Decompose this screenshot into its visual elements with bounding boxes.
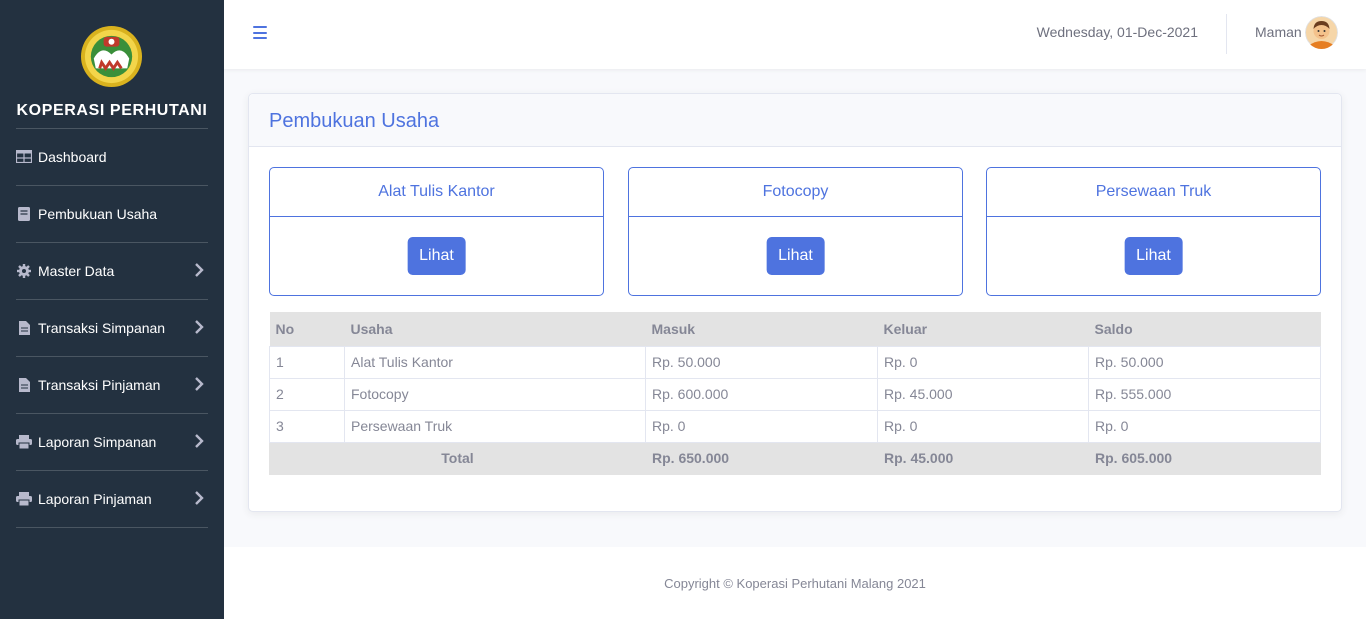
sidebar-item-label: Dashboard <box>38 148 107 165</box>
column-header-masuk: Masuk <box>645 312 878 346</box>
cell-masuk: Rp. 0 <box>645 409 878 443</box>
total-keluar: Rp. 45.000 <box>877 441 1089 475</box>
total-label: Total <box>269 441 646 475</box>
sidebar-item-transaksi-pinjaman[interactable]: Transaksi Pinjaman <box>0 356 224 413</box>
user-name[interactable]: Maman <box>1255 24 1302 40</box>
cell-usaha: Alat Tulis Kantor <box>344 345 646 379</box>
table-row: 1 Alat Tulis Kantor Rp. 50.000 Rp. 0 Rp.… <box>269 345 1321 379</box>
total-masuk: Rp. 650.000 <box>645 441 878 475</box>
table-icon <box>16 149 32 165</box>
chevron-right-icon <box>195 320 204 334</box>
printer-icon <box>16 491 32 507</box>
copyright-text: Copyright © Koperasi Perhutani Malang 20… <box>664 576 926 591</box>
cell-keluar: Rp. 45.000 <box>877 377 1089 411</box>
sidebar-item-laporan-simpanan[interactable]: Laporan Simpanan <box>0 413 224 470</box>
table-row: 2 Fotocopy Rp. 600.000 Rp. 45.000 Rp. 55… <box>269 377 1321 411</box>
cell-no: 1 <box>269 345 345 379</box>
lihat-button[interactable]: Lihat <box>407 237 466 275</box>
cell-no: 2 <box>269 377 345 411</box>
business-card-title: Alat Tulis Kantor <box>270 168 603 217</box>
chevron-right-icon <box>195 491 204 505</box>
page-title: Pembukuan Usaha <box>269 110 440 132</box>
sidebar-item-master-data[interactable]: Master Data <box>0 242 224 299</box>
sidebar-item-dashboard[interactable]: Dashboard <box>0 128 224 185</box>
file-icon <box>16 377 32 393</box>
sidebar-item-label: Pembukuan Usaha <box>38 205 158 222</box>
business-card-fotocopy: Fotocopy Lihat <box>628 167 963 296</box>
column-header-usaha: Usaha <box>344 312 646 346</box>
pembukuan-card: Pembukuan Usaha Alat Tulis Kantor Lihat … <box>248 93 1342 512</box>
business-card-persewaan-truk: Persewaan Truk Lihat <box>986 167 1321 296</box>
topbar: Wednesday, 01-Dec-2021 Maman <box>224 0 1366 69</box>
cell-masuk: Rp. 50.000 <box>645 345 878 379</box>
business-card-alat-tulis-kantor: Alat Tulis Kantor Lihat <box>269 167 604 296</box>
chevron-right-icon <box>195 377 204 391</box>
gear-icon <box>16 263 32 279</box>
avatar-icon <box>1305 16 1338 49</box>
cell-no: 3 <box>269 409 345 443</box>
table-total-row: Total Rp. 650.000 Rp. 45.000 Rp. 605.000 <box>269 441 1321 475</box>
cell-usaha: Fotocopy <box>344 377 646 411</box>
cell-saldo: Rp. 555.000 <box>1088 377 1321 411</box>
brand-title: KOPERASI PERHUTANI <box>16 102 208 119</box>
file-icon <box>16 320 32 336</box>
footer: Copyright © Koperasi Perhutani Malang 20… <box>224 547 1366 619</box>
business-card-title: Persewaan Truk <box>987 168 1320 217</box>
printer-icon <box>16 434 32 450</box>
hamburger-menu-icon[interactable] <box>253 26 267 39</box>
topbar-divider <box>1226 14 1227 54</box>
sidebar-divider <box>16 527 208 528</box>
sidebar-item-transaksi-simpanan[interactable]: Transaksi Simpanan <box>0 299 224 356</box>
total-saldo: Rp. 605.000 <box>1088 441 1321 475</box>
cell-saldo: Rp. 50.000 <box>1088 345 1321 379</box>
sidebar-brand[interactable]: KOPERASI PERHUTANI <box>0 0 224 128</box>
column-header-no: No <box>269 312 345 346</box>
table-header-row: No Usaha Masuk Keluar Saldo <box>269 312 1321 346</box>
cell-keluar: Rp. 0 <box>877 409 1089 443</box>
column-header-keluar: Keluar <box>877 312 1089 346</box>
chevron-right-icon <box>195 263 204 277</box>
lihat-button[interactable]: Lihat <box>766 237 825 275</box>
cell-usaha: Persewaan Truk <box>344 409 646 443</box>
business-card-title: Fotocopy <box>629 168 962 217</box>
book-icon <box>16 206 32 222</box>
ledger-table: No Usaha Masuk Keluar Saldo 1 Alat Tulis… <box>269 312 1321 475</box>
table-row: 3 Persewaan Truk Rp. 0 Rp. 0 Rp. 0 <box>269 409 1321 443</box>
sidebar-item-pembukuan-usaha[interactable]: Pembukuan Usaha <box>0 185 224 242</box>
current-date: Wednesday, 01-Dec-2021 <box>1036 24 1198 40</box>
chevron-right-icon <box>195 434 204 448</box>
column-header-saldo: Saldo <box>1088 312 1321 346</box>
koperasi-logo-icon <box>80 25 143 88</box>
cell-keluar: Rp. 0 <box>877 345 1089 379</box>
sidebar-item-laporan-pinjaman[interactable]: Laporan Pinjaman <box>0 470 224 527</box>
sidebar: KOPERASI PERHUTANI Dashboard Pembukuan U… <box>0 0 224 619</box>
cell-masuk: Rp. 600.000 <box>645 377 878 411</box>
lihat-button[interactable]: Lihat <box>1124 237 1183 275</box>
card-header: Pembukuan Usaha <box>249 94 1341 147</box>
user-avatar[interactable] <box>1305 16 1338 49</box>
cell-saldo: Rp. 0 <box>1088 409 1321 443</box>
